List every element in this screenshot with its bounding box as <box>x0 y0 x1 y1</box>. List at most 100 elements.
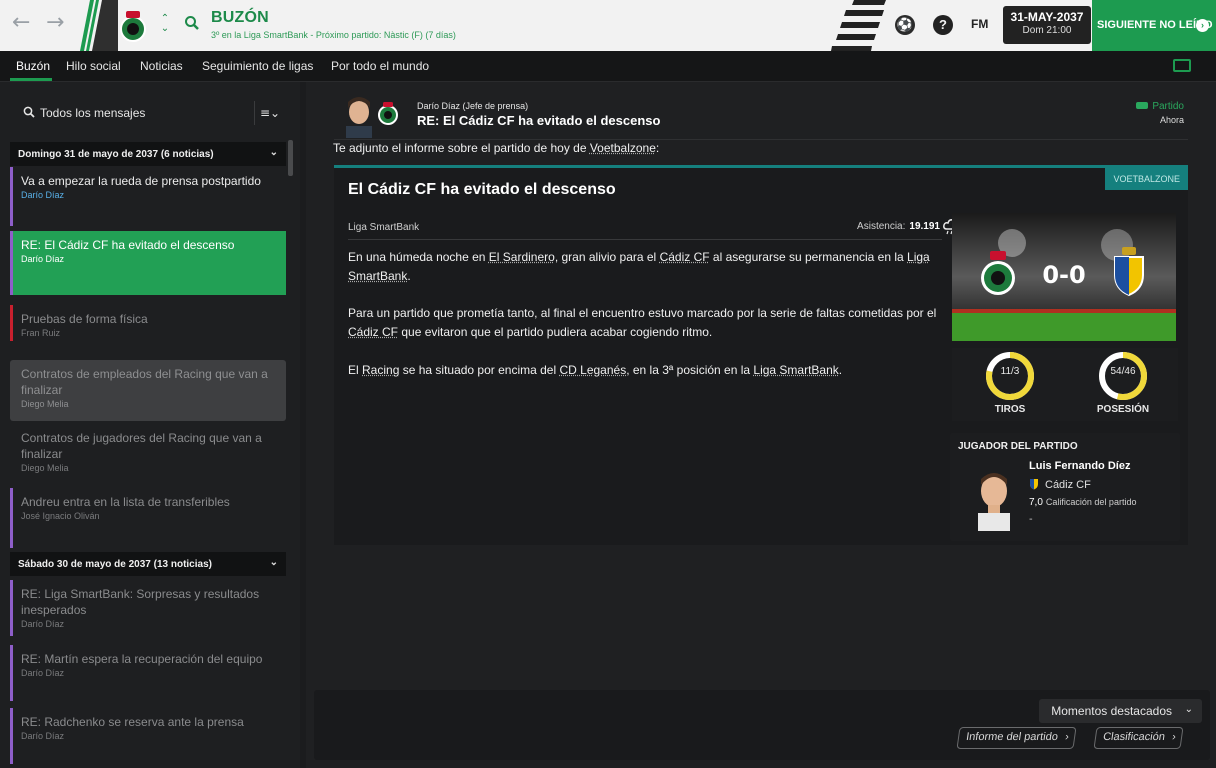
page-subtitle[interactable]: 3º en la Liga SmartBank - Próximo partid… <box>211 30 456 40</box>
intro-punctuation: : <box>655 141 660 155</box>
forward-arrow-icon[interactable]: → <box>46 10 64 35</box>
club-crest-icon[interactable] <box>376 100 400 126</box>
club-link[interactable]: CD Leganés <box>559 363 626 377</box>
search-icon[interactable] <box>184 15 200 31</box>
match-score-card[interactable]: 0-0 <box>952 213 1176 341</box>
chevron-down-icon: ⌄ <box>1184 704 1193 715</box>
header-stripes-decoration <box>80 0 118 51</box>
active-tab-indicator <box>10 78 52 81</box>
match-report-label: Informe del partido <box>965 731 1059 743</box>
potm-club-name: Cádiz CF <box>1045 479 1091 491</box>
source-link[interactable]: Voetbalzone <box>590 141 656 155</box>
date-group-label: Sábado 30 de mayo de 2037 (13 noticias) <box>18 559 212 570</box>
attendance-value: 19.191 <box>909 221 940 232</box>
possession-stat[interactable]: 54/46 POSESIÓN <box>1088 350 1158 415</box>
message-subject: RE: El Cádiz CF ha evitado el descenso <box>417 113 661 128</box>
possession-value: 54/46 <box>1110 366 1136 377</box>
player-portrait <box>978 473 1010 531</box>
tab-por-todo-el-mundo[interactable]: Por todo el mundo <box>331 59 429 73</box>
attendance: Asistencia: 19.191 <box>857 221 940 232</box>
potm-name[interactable]: Luis Fernando Díez <box>1029 460 1130 472</box>
inbox-sidebar: Todos los mensajes ≡⌄ Domingo 31 de mayo… <box>0 82 300 768</box>
league-link[interactable]: Liga SmartBank <box>753 363 838 377</box>
sender-role: (Jefe de prensa) <box>462 101 529 111</box>
message-time: Ahora <box>1159 115 1184 125</box>
sender-portrait[interactable] <box>342 94 376 138</box>
divider <box>334 139 1188 140</box>
message-sender: Diego Melia <box>21 463 69 473</box>
next-unread-button[interactable]: SIGUIENTE NO LEÍDO › <box>1092 0 1216 51</box>
club-crest-icon <box>1030 479 1038 490</box>
match-stats: 11/3 TIROS 54/46 POSESIÓN <box>952 348 1178 421</box>
message-sender: Fran Ruiz <box>21 328 61 338</box>
page-title: BUZÓN <box>211 9 269 26</box>
chevron-right-icon: › <box>1196 19 1209 32</box>
tab-buzon[interactable]: Buzón <box>16 59 50 73</box>
club-crest-icon[interactable] <box>116 8 150 44</box>
message-intro: Te adjunto el informe sobre el partido d… <box>333 141 659 155</box>
divider <box>254 101 255 125</box>
screen-icon[interactable] <box>1173 59 1191 72</box>
potm-club[interactable]: Cádiz CF <box>1029 477 1091 491</box>
message-item[interactable]: RE: Radchenko se reserva ante la prensa … <box>10 708 286 764</box>
message-item[interactable]: Contratos de jugadores del Racing que va… <box>10 424 286 480</box>
current-day-time: Dom 21:00 <box>1022 25 1072 36</box>
message-item[interactable]: Va a empezar la rueda de prensa postpart… <box>10 167 286 226</box>
match-report-button[interactable]: Informe del partido › <box>956 727 1077 749</box>
club-switch-icon[interactable]: ⌃ ⌄ <box>160 14 170 34</box>
scrollbar[interactable] <box>288 140 293 176</box>
message-item-selected[interactable]: RE: El Cádiz CF ha evitado el descenso D… <box>10 231 286 295</box>
article-paragraph: El Racing se ha situado por encima del C… <box>348 361 948 380</box>
message-title: Contratos de jugadores del Racing que va… <box>21 431 262 461</box>
tab-hilo-social[interactable]: Hilo social <box>66 59 121 73</box>
back-arrow-icon[interactable]: ← <box>12 10 30 35</box>
tab-seguimiento-de-ligas[interactable]: Seguimiento de ligas <box>202 59 313 73</box>
message-item[interactable]: Pruebas de forma física Fran Ruiz <box>10 305 286 341</box>
message-item[interactable]: RE: Liga SmartBank: Sorpresas y resultad… <box>10 580 286 636</box>
club-link[interactable]: Racing <box>362 363 399 377</box>
message-sender: Darío Díaz <box>21 668 65 678</box>
club-link[interactable]: Cádiz CF <box>348 325 398 339</box>
paragraph-text: se ha situado por encima del <box>399 363 560 377</box>
paragraph-text: . <box>838 363 843 377</box>
message-title: Andreu entra en la lista de transferible… <box>21 495 230 509</box>
date-group-header[interactable]: Sábado 30 de mayo de 2037 (13 noticias) … <box>10 552 286 576</box>
help-icon[interactable]: ? <box>933 15 953 35</box>
action-bar: Momentos destacados ⌄ Informe del partid… <box>314 690 1210 760</box>
paragraph-text: , en la 3ª posición en la <box>626 363 754 377</box>
chevron-down-icon: ⌄ <box>269 147 278 158</box>
top-bar: ← → ⌃ ⌄ BUZÓN 3º en la Liga SmartBank - P… <box>0 0 1216 51</box>
date-group-header[interactable]: Domingo 31 de mayo de 2037 (6 noticias) … <box>10 142 286 166</box>
player-of-the-match-card[interactable]: JUGADOR DEL PARTIDO Luis Fernando Díez C… <box>950 433 1180 541</box>
message-type-tag: Partido <box>1136 101 1184 112</box>
sort-menu-icon[interactable]: ≡⌄ <box>260 106 280 120</box>
message-filter[interactable]: Todos los mensajes ≡⌄ <box>10 99 286 127</box>
message-title: RE: Martín espera la recuperación del eq… <box>21 652 263 666</box>
potm-extra: - <box>1029 514 1033 525</box>
stadium-link[interactable]: El Sardinero <box>489 250 555 264</box>
football-icon[interactable]: ⚽ <box>895 15 915 35</box>
message-item[interactable]: RE: Martín espera la recuperación del eq… <box>10 645 286 701</box>
away-club-crest-icon <box>1114 247 1144 297</box>
sender-name: Darío Díaz <box>417 101 461 111</box>
possession-label: POSESIÓN <box>1096 404 1150 415</box>
date-display[interactable]: 31-MAY-2037 Dom 21:00 <box>1003 6 1091 44</box>
league-label[interactable]: Liga SmartBank <box>348 222 419 233</box>
paragraph-text: que evitaron que el partido pudiera acab… <box>398 325 713 339</box>
sender-line[interactable]: Darío Díaz (Jefe de prensa) <box>417 101 528 111</box>
paragraph-text: Para un partido que prometía tanto, al f… <box>348 306 937 320</box>
tab-noticias[interactable]: Noticias <box>140 59 183 73</box>
league-table-button[interactable]: Clasificación › <box>1093 727 1184 749</box>
message-title: RE: El Cádiz CF ha evitado el descenso <box>21 238 235 252</box>
message-view: Darío Díaz (Jefe de prensa) RE: El Cádiz… <box>306 82 1216 768</box>
message-title: RE: Liga SmartBank: Sorpresas y resultad… <box>21 587 260 617</box>
fm-logo[interactable]: FM <box>971 17 988 31</box>
club-link[interactable]: Cádiz CF <box>660 250 710 264</box>
message-item[interactable]: Contratos de empleados del Racing que va… <box>10 360 286 421</box>
message-sender: Darío Díaz <box>21 619 65 629</box>
message-title: Contratos de empleados del Racing que va… <box>21 367 268 397</box>
message-item[interactable]: Andreu entra en la lista de transferible… <box>10 488 286 548</box>
message-sender: José Ignacio Oliván <box>21 511 100 521</box>
shots-stat[interactable]: 11/3 TIROS <box>975 350 1045 415</box>
highlights-dropdown[interactable]: Momentos destacados ⌄ <box>1039 699 1202 723</box>
